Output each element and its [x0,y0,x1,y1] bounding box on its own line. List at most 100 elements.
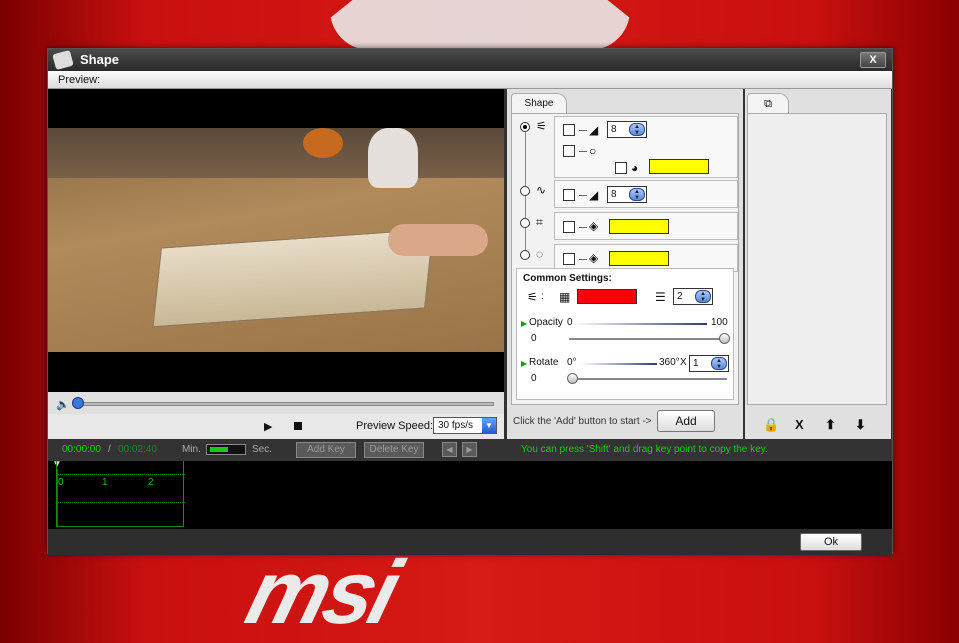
preview-label: Preview: [58,74,101,86]
stop-icon[interactable] [294,422,302,430]
move-down-icon[interactable]: ⬇ [855,417,866,433]
tick-label: 1 [102,477,108,488]
line-color-swatch[interactable] [577,289,637,304]
total-time: 00:02:40 [118,444,157,455]
ruler-ticks-bottom [57,495,185,503]
playback-controls: ▶ Preview Speed: 30 fps/s ▼ [48,414,504,439]
fill-color-swatch[interactable] [649,159,709,174]
prev-key-icon[interactable]: ◀ [442,442,457,457]
timeline-toolbar: 00:00:00 / 00:02:40 Min. Sec. Add Key De… [48,439,892,461]
window-title: Shape [80,52,120,67]
shape-radio-rectangle[interactable] [520,218,530,228]
dash [579,227,587,228]
shape-row-rectangle: ◈ [554,212,738,240]
timeline-ruler [56,461,185,527]
opacity-slider-track[interactable] [569,338,727,340]
arrow-size-spinner[interactable]: 8 ▲ ▼ [607,121,647,138]
arrowhead-icon: ◢ [589,123,599,137]
arrow-checkbox[interactable] [563,124,575,136]
line-shape-icon: ⚟ [536,119,547,133]
fill-checkbox[interactable] [615,162,627,174]
rotate-spinner[interactable]: 1 ▲ ▼ [689,355,729,372]
chevron-down-icon[interactable]: ▼ [482,418,496,433]
seek-knob[interactable] [72,397,84,409]
layers-icon: ⧉ [764,98,772,110]
opacity-slider-knob[interactable] [719,333,730,344]
zoom-slider[interactable] [206,444,246,455]
add-key-button[interactable]: Add Key [296,442,356,458]
opacity-max: 100 [711,317,728,328]
color-grid-icon: ▦ [559,290,571,304]
shape-row-line: ◢ 8 ▲ ▼ ○ ◕ [554,116,738,178]
video-preview[interactable] [48,89,504,392]
rect-fill-color-swatch[interactable] [609,219,669,234]
shape-radio-curve[interactable] [520,186,530,196]
timeline-hint: You can press 'Shift' and drag key point… [521,444,768,455]
spinner-arrows-icon[interactable]: ▲ ▼ [629,123,645,136]
delete-icon[interactable]: X [795,417,804,432]
shape-settings-pane: Shape ⚟ ◢ 8 ▲ ▼ ○ ◕ ∿ ◢ 8 ▲ ▼ ⌗ ◈ ◌ ◈ Co… [507,89,743,439]
rotate-min: 0° [567,357,577,368]
ruler-ticks-top [57,469,185,475]
lock-icon[interactable]: 🔒 [763,417,779,433]
shape-dialog: Shape X Preview: 🔈 ▶ Preview Speed: 30 f [47,48,893,555]
preview-speed-value: 30 fps/s [438,420,474,431]
layers-list[interactable] [747,113,887,405]
dash [579,259,587,260]
arrowhead-icon: ◢ [589,188,599,202]
add-button[interactable]: Add [657,410,715,432]
seek-track[interactable] [76,402,494,406]
delete-key-button[interactable]: Delete Key [364,442,424,458]
rect-fill-checkbox[interactable] [563,221,575,233]
tick-label: 0 [58,477,64,488]
line-width-value: 2 [677,291,683,302]
seek-bar: 🔈 [48,392,504,414]
video-wall [48,128,504,178]
opacity-min: 0 [567,317,573,328]
curve-shape-icon: ∿ [536,183,547,197]
dash [579,130,587,131]
next-key-icon[interactable]: ▶ [462,442,477,457]
line-width-spinner[interactable]: 2 ▲ ▼ [673,288,713,305]
curve-arrow-checkbox[interactable] [563,189,575,201]
tab-layers[interactable]: ⧉ [747,93,789,113]
title-bar[interactable]: Shape X [48,49,892,71]
close-button[interactable]: X [860,52,886,68]
curve-size-spinner[interactable]: 8 ▲ ▼ [607,186,647,203]
spinner-arrows-icon[interactable]: ▲ ▼ [629,188,645,201]
ellipse-fill-color-swatch[interactable] [609,251,669,266]
sec-label: Sec. [252,444,273,455]
line-style-icon: ⚟ [527,290,538,304]
paint-bucket-icon: ◈ [589,251,599,265]
spinner-arrows-icon[interactable]: ▲ ▼ [711,357,727,370]
shape-radio-ellipse[interactable] [520,250,530,260]
video-vase [368,128,418,188]
opacity-gradient [573,323,707,325]
ok-button[interactable]: Ok [800,533,862,551]
rotate-value: 0 [531,373,537,384]
shape-radio-line[interactable] [520,122,530,132]
spinner-arrows-icon[interactable]: ▲ ▼ [695,290,711,303]
shape-row-curve: ◢ 8 ▲ ▼ [554,180,738,208]
line-width-icon: ☰ [655,290,666,304]
opacity-label: Opacity [529,317,563,328]
video-pumpkin [303,128,343,158]
rotate-slider-knob[interactable] [567,373,578,384]
tab-shape[interactable]: Shape [511,93,567,113]
timeline-track[interactable]: ▼ 0 1 2 [48,459,892,529]
background-logo-shape [330,0,630,50]
rotate-slider-track[interactable] [569,378,727,380]
preview-speed-select[interactable]: 30 fps/s ▼ [433,417,497,434]
current-time: 00:00:00 [62,444,101,455]
video-hand [388,224,488,256]
layers-pane: ⧉ 🔒 X ⬆ ⬇ [745,89,891,439]
line-style-colon: : [541,291,544,302]
endpoint-circle-icon: ○ [589,144,597,158]
dialog-footer: Ok [48,529,892,555]
endpoint-checkbox[interactable] [563,145,575,157]
volume-icon[interactable]: 🔈 [56,398,70,411]
ellipse-fill-checkbox[interactable] [563,253,575,265]
play-icon[interactable]: ▶ [264,420,272,433]
move-up-icon[interactable]: ⬆ [825,417,836,433]
min-label: Min. [182,444,201,455]
